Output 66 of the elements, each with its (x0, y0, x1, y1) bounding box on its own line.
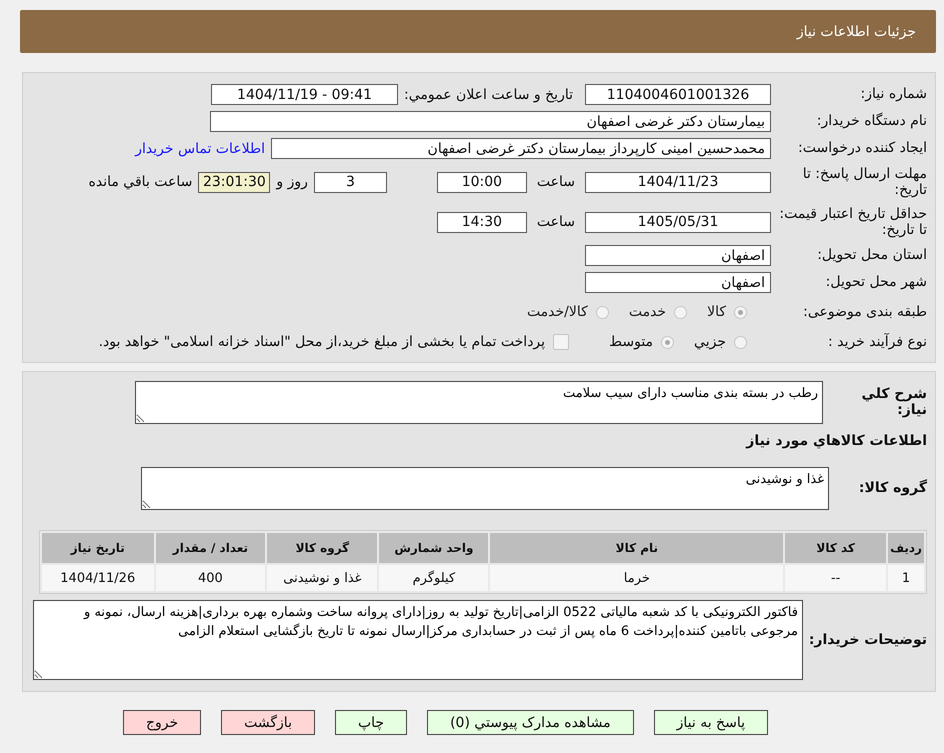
reply-button[interactable]: پاسخ به نیاز (654, 710, 768, 735)
days-field[interactable]: 3 (314, 172, 387, 192)
field-label: حداقل تاریخ اعتبار قیمت: تا تاریخ: (778, 206, 927, 238)
table-cell: غذا و نوشیدنی (267, 565, 378, 591)
column-header: نام کالا (490, 533, 784, 563)
field-label: ساعت باقي مانده (88, 174, 192, 190)
field-label: ایجاد کننده درخواست: (797, 140, 927, 157)
requester-field[interactable]: محمدحسین امینی کارپرداز بیمارستان دکتر غرضی اصفهان (271, 138, 771, 159)
radio-button[interactable] (596, 306, 609, 318)
buyer-field[interactable]: بیمارستان دکتر غرضی اصفهان (210, 111, 771, 132)
field-label: شهر محل تحویل: (824, 274, 927, 291)
field-label: روز و (276, 174, 308, 190)
field-label: نوع فرآیند خرید : (827, 334, 927, 350)
goods-group-field[interactable]: غذا و نوشیدنی (141, 466, 829, 510)
option-label: متوسط (609, 334, 654, 350)
table-cell: خرما (490, 565, 784, 591)
table-cell: 1 (888, 565, 924, 591)
table-cell: -- (785, 565, 886, 591)
option-label: کالا (707, 304, 726, 320)
remaining-time-field: 23:01:30 (198, 172, 270, 192)
buyer-notes-field[interactable]: فاکتور الکترونیکی با کد شعبه مالیاتی 0522 الزامی|تاریخ تولید به روز|دارای پروانه ساخت وشماره بهره برداری|هزینه ارسال، نمونه و مرجوعی باتامین کننده|پرداخت 6 ماه پس از ثبت در حسابداری مرکز|ارسال نمونه تا تاریخ بازگشایی استعلام الزامی (33, 600, 803, 680)
table-cell: کیلوگرم (379, 565, 488, 591)
field-label: استان محل تحویل: (816, 247, 927, 264)
checkbox-label: پرداخت تمام یا بخشی از مبلغ خرید،از محل "اسناد خزانه اسلامی" خواهد بود. (98, 334, 546, 350)
column-header: کد کالا (785, 533, 886, 563)
field-label: ساعت (536, 174, 575, 190)
field-label: تاریخ و ساعت اعلان عمومي: (404, 86, 573, 102)
back-button[interactable]: بازگشت (221, 710, 315, 735)
need-number-field[interactable]: 1104004601001326 (585, 84, 771, 105)
column-header: گروه کالا (267, 533, 378, 563)
page-title: جزئیات اطلاعات نیاز (796, 24, 916, 40)
field-label: گروه کالا: (858, 480, 927, 496)
field-label: شماره نیاز: (860, 86, 927, 103)
column-header: ردیف (888, 533, 924, 563)
column-header: تاریخ نیاز (42, 533, 154, 563)
option-label: خدمت (628, 304, 666, 320)
table-cell: 1404/11/26 (42, 565, 154, 591)
exit-button[interactable]: خروج (122, 710, 202, 735)
city-field[interactable]: اصفهان (585, 272, 771, 293)
option-label: جزيي (694, 334, 726, 350)
validity-time-field[interactable]: 14:30 (436, 212, 527, 232)
buyer-contact-link[interactable]: اطلاعات تماس خریدار (135, 140, 265, 156)
section-title: اطلاعات کالاهاي مورد نیاز (744, 432, 927, 450)
checkbox[interactable] (553, 334, 570, 350)
deadline-date-field[interactable]: 1404/11/23 (585, 172, 771, 192)
radio-button[interactable] (734, 306, 747, 318)
radio-button[interactable] (734, 336, 747, 348)
option-label: کالا/خدمت (526, 304, 588, 320)
field-label: ساعت (536, 214, 575, 230)
validity-date-field[interactable]: 1405/05/31 (585, 212, 771, 232)
print-button[interactable]: چاپ (334, 710, 408, 735)
column-header: واحد شمارش (379, 533, 488, 563)
field-label: مهلت ارسال پاسخ: تا تاریخ: (802, 166, 927, 198)
field-label: طبقه بندی موضوعی: (802, 304, 927, 320)
province-field[interactable]: اصفهان (585, 245, 771, 266)
deadline-time-field[interactable]: 10:00 (436, 172, 527, 192)
announce-date-field[interactable]: 1404/11/19 - 09:41 (211, 84, 398, 105)
table-cell: 400 (156, 565, 266, 591)
field-label: شرح کلي نیاز: (860, 386, 927, 418)
field-label: توضیحات خریدار: (808, 632, 927, 648)
description-field[interactable]: رطب در بسته بندی مناسب دارای سیب سلامت (135, 380, 823, 424)
radio-button[interactable] (674, 306, 688, 318)
radio-button[interactable] (661, 336, 674, 348)
attachments-button[interactable]: مشاهده مدارک پیوستي (0) (427, 710, 634, 735)
column-header: تعداد / مقدار (156, 533, 266, 563)
field-label: نام دستگاه خریدار: (816, 113, 927, 130)
